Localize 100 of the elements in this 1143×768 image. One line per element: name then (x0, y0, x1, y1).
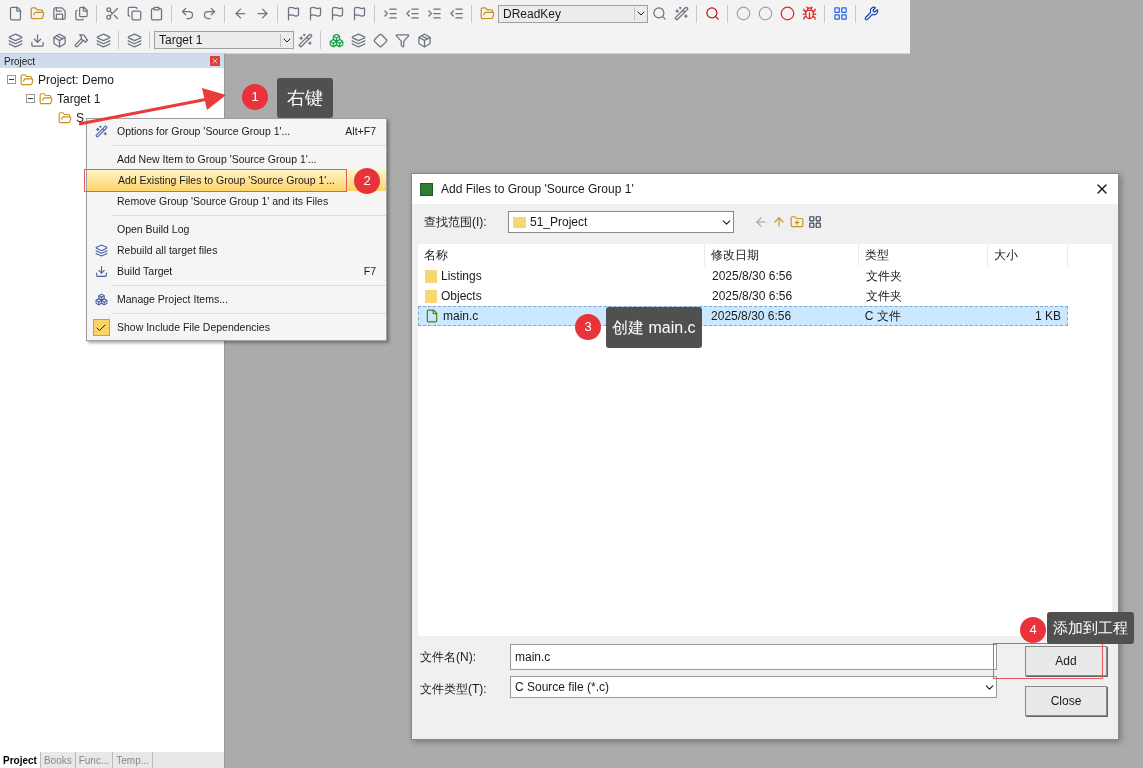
menu-item-label: Remove Group 'Source Group 1' and its Files (116, 193, 329, 209)
dialog-title: Add Files to Group 'Source Group 1' (441, 181, 635, 198)
toolbar-icon (416, 32, 432, 48)
toolbar-icon (201, 6, 217, 21)
toolbar-icon (735, 6, 751, 21)
menu-item-label: Manage Project Items... (116, 291, 228, 307)
column-header[interactable]: 大小 (988, 244, 1068, 266)
file-name: Listings (441, 268, 482, 285)
menu-item[interactable]: Remove Group 'Source Group 1' and its Files (87, 191, 386, 212)
toolbar-icon (329, 6, 345, 21)
folder-icon (425, 269, 437, 283)
dialog-button[interactable]: Add (1025, 646, 1107, 676)
dialog-button[interactable]: Close (1025, 686, 1107, 716)
toolbar-icon (757, 6, 773, 21)
dropdown[interactable]: Target 1 (154, 31, 294, 49)
menu-item[interactable]: Manage Project Items... (87, 289, 386, 310)
shortcut: F7 (363, 263, 377, 279)
field-label: 文件名(N): (420, 649, 477, 666)
column-header[interactable]: 名称 (418, 244, 705, 266)
collapse-toggle[interactable] (7, 75, 16, 84)
column-header[interactable]: 类型 (859, 244, 988, 266)
dropdown[interactable]: DReadKey (498, 4, 648, 23)
panel-title: Project (4, 54, 37, 69)
toolbar-icon (51, 6, 67, 21)
menu-item[interactable]: Options for Group 'Source Group 1'... Alt+F7 (87, 121, 386, 142)
file-name: Objects (441, 288, 482, 305)
up-folder-icon[interactable] (772, 215, 786, 229)
chevron-down-icon (634, 7, 647, 20)
toolbar-icon (801, 6, 817, 21)
shortcut: Alt+F7 (345, 123, 377, 139)
toolbar-icon (832, 6, 848, 21)
toolbar-icon (479, 6, 495, 21)
toolbar-icon (651, 6, 667, 21)
file-type-dropdown[interactable]: C Source file (*.c) (510, 676, 997, 698)
toolbar-icon (863, 6, 879, 21)
tree-item[interactable]: Target 1 (57, 89, 101, 108)
field-label: 文件类型(T): (420, 681, 488, 698)
toolbar-icon (73, 32, 89, 48)
field-label: 查找范围(I): (424, 214, 488, 231)
toolbar-icon (232, 6, 248, 21)
look-in-dropdown[interactable]: 51_Project (508, 211, 734, 233)
menu-item[interactable]: Add New Item to Group 'Source Group 1'... (87, 149, 386, 170)
tree-item[interactable]: Project: Demo (38, 70, 115, 89)
menu-icon (94, 125, 108, 138)
menu-item[interactable]: Rebuild all target files (87, 240, 386, 261)
toolbar-icon (104, 6, 120, 21)
file-icon (425, 309, 439, 323)
table-cell-text: 1 KB (1034, 308, 1062, 325)
toolbar-icon (394, 32, 410, 48)
toolbar-icon (382, 6, 398, 21)
toolbar-icon (426, 6, 442, 21)
file-name-field[interactable]: main.c (510, 644, 997, 670)
toolbar-icon (673, 6, 689, 21)
annotation-tooltip: 添加到工程 (1047, 612, 1134, 644)
toolbar-icon (73, 6, 89, 21)
menu-item[interactable]: Open Build Log (87, 219, 386, 240)
toolbar-icon (126, 6, 142, 21)
toolbar-icon (148, 6, 164, 21)
menu-icon (94, 244, 108, 257)
view-menu-icon[interactable] (808, 215, 822, 229)
table-cell-text: 2025/8/30 6:56 (710, 308, 793, 325)
toolbar-icon (7, 32, 23, 48)
toolbar-icon (254, 6, 270, 21)
menu-icon (94, 265, 108, 278)
toolbar-icon (29, 6, 45, 21)
file-row[interactable]: Objects 2025/8/30 6:56 文件夹 (418, 286, 1068, 306)
menu-item-label: Build Target (116, 263, 173, 279)
column-header[interactable]: 修改日期 (705, 244, 859, 266)
back-icon[interactable] (754, 215, 768, 229)
close-icon (211, 57, 219, 65)
toolbar-icon (372, 32, 388, 48)
toolbar-icon (51, 32, 67, 48)
menu-item-label: Options for Group 'Source Group 1'... (116, 123, 291, 139)
toolbar-icon (29, 32, 45, 48)
file-row[interactable]: Listings 2025/8/30 6:56 文件夹 (418, 266, 1068, 286)
menu-item[interactable]: Show Include File Dependencies (87, 317, 386, 338)
tree-item[interactable]: S (76, 108, 84, 127)
table-cell-text: 文件夹 (865, 288, 903, 305)
toolbar-icon (7, 6, 23, 21)
close-button[interactable] (210, 56, 220, 66)
toolbar-icon (350, 32, 366, 48)
menu-item-label: Show Include File Dependencies (116, 319, 270, 335)
toolbar-icon (285, 6, 301, 21)
toolbar-icon (779, 6, 795, 21)
folder-icon (39, 91, 53, 106)
table-cell-text: C 文件 (863, 308, 902, 325)
menu-item-label: Add New Item to Group 'Source Group 1'... (116, 151, 317, 167)
toolbar-icon (95, 32, 111, 48)
chevron-down-icon (280, 33, 293, 47)
table-cell-text: 2025/8/30 6:56 (711, 288, 794, 305)
menu-item[interactable]: Build Target F7 (87, 261, 386, 282)
toolbar-icon (448, 6, 464, 21)
toolbar-icon (297, 32, 313, 48)
panel-tab[interactable]: Project (0, 752, 41, 768)
file-name: main.c (443, 308, 479, 325)
collapse-toggle[interactable] (26, 94, 35, 103)
toolbar-icon (404, 6, 420, 21)
app-icon (420, 182, 433, 196)
annotation-tooltip: 右键 (277, 78, 333, 118)
table-cell-text: 2025/8/30 6:56 (711, 268, 794, 285)
